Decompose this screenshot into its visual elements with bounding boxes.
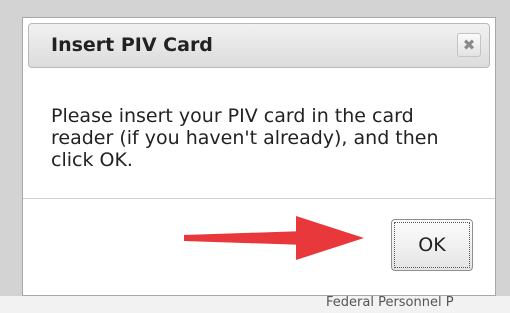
- arrow-shaft: [184, 231, 306, 245]
- ok-button[interactable]: OK: [391, 219, 473, 271]
- background-page-text: Federal Personnel P: [326, 295, 454, 310]
- close-icon[interactable]: ✖: [457, 33, 481, 57]
- dialog-message: Please insert your PIV card in the card …: [51, 105, 439, 171]
- dialog-titlebar: Insert PIV Card ✖: [28, 23, 490, 68]
- arrow-head: [296, 216, 364, 260]
- right-arrow-icon: [184, 216, 364, 260]
- dialog-divider: [23, 198, 495, 199]
- dialog-title: Insert PIV Card: [51, 34, 213, 56]
